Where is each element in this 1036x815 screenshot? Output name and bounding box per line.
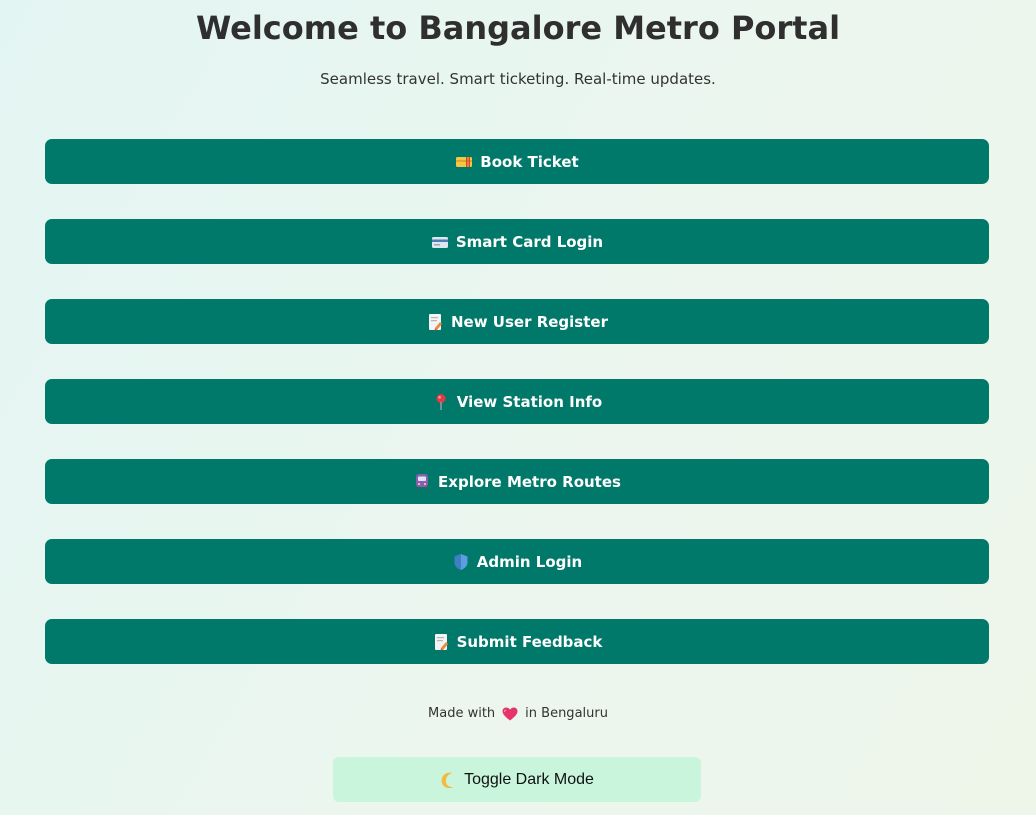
book-ticket-button[interactable]: Book Ticket — [45, 139, 989, 184]
footer-credit: Made with in Bengaluru — [0, 705, 1036, 723]
page-subtitle: Seamless travel. Smart ticketing. Real-t… — [320, 70, 716, 88]
view-station-info-label: View Station Info — [456, 392, 603, 411]
memo-icon — [432, 633, 450, 651]
submit-feedback-button[interactable]: Submit Feedback — [45, 619, 989, 664]
submit-feedback-label: Submit Feedback — [456, 632, 603, 651]
footer-location: in Bengaluru — [525, 706, 608, 721]
toggle-dark-mode-button[interactable]: Toggle Dark Mode — [333, 757, 701, 802]
view-station-info-button[interactable]: View Station Info — [45, 379, 989, 424]
metro-train-icon — [413, 473, 431, 491]
shield-icon — [452, 553, 470, 571]
portal-page: Welcome to Bangalore Metro Portal Seamle… — [0, 0, 1036, 815]
toggle-dark-mode-label: Toggle Dark Mode — [464, 770, 594, 788]
memo-icon — [426, 313, 444, 331]
new-user-register-label: New User Register — [451, 312, 608, 331]
map-pin-icon — [432, 393, 450, 411]
credit-card-icon — [431, 233, 449, 251]
admin-login-button[interactable]: Admin Login — [45, 539, 989, 584]
explore-metro-routes-button[interactable]: Explore Metro Routes — [45, 459, 989, 504]
main-menu: Book Ticket Smart Card Login New User Re… — [45, 139, 989, 699]
footer-made-with: Made with — [428, 706, 496, 721]
heart-icon — [502, 706, 518, 722]
smart-card-login-label: Smart Card Login — [455, 232, 604, 251]
book-ticket-label: Book Ticket — [480, 152, 579, 171]
ticket-icon — [455, 153, 473, 171]
crescent-moon-icon — [440, 771, 458, 789]
explore-metro-routes-label: Explore Metro Routes — [438, 472, 621, 491]
admin-login-label: Admin Login — [476, 552, 583, 571]
new-user-register-button[interactable]: New User Register — [45, 299, 989, 344]
page-title: Welcome to Bangalore Metro Portal — [195, 9, 841, 47]
smart-card-login-button[interactable]: Smart Card Login — [45, 219, 989, 264]
